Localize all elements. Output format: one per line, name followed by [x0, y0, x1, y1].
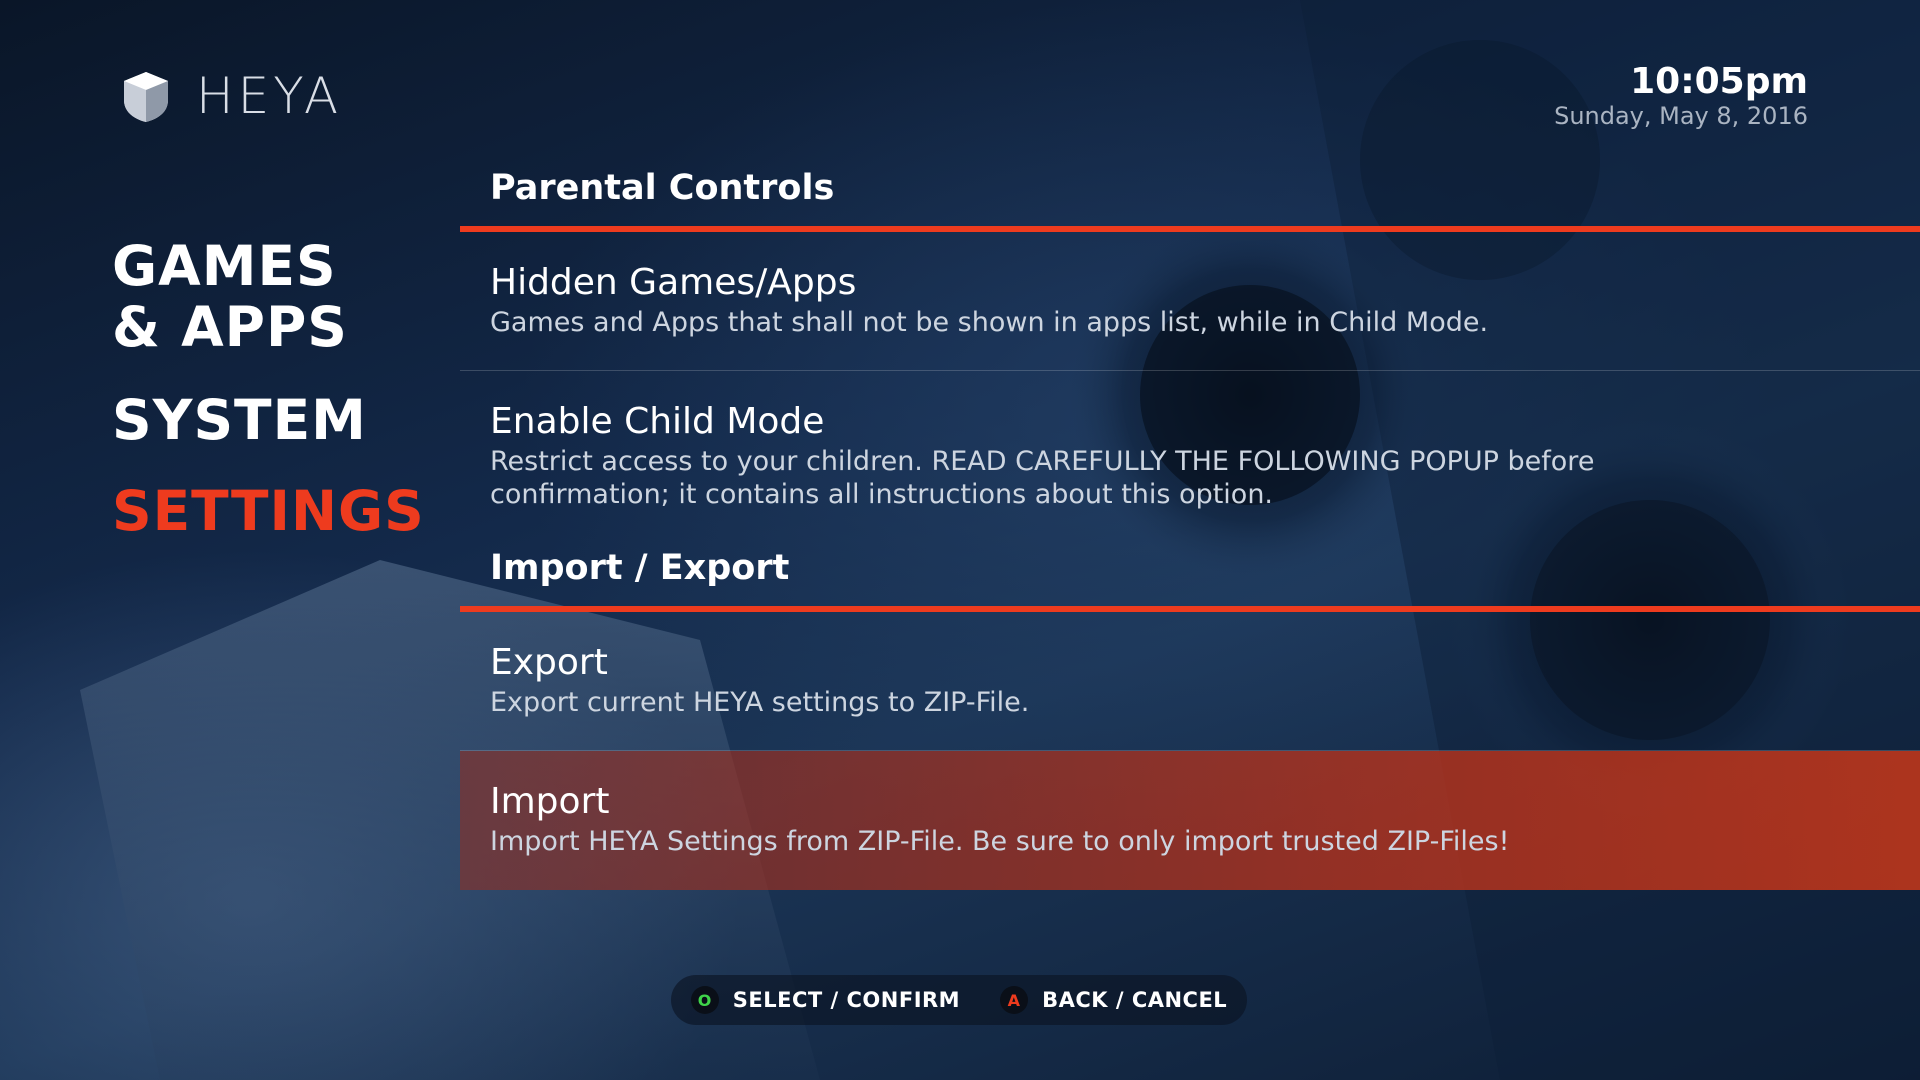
setting-enable-child-mode[interactable]: Enable Child Mode Restrict access to you… — [460, 371, 1920, 544]
setting-title: Enable Child Mode — [490, 401, 825, 442]
section-header-parental-controls: Parental Controls — [460, 160, 1920, 232]
setting-title: Export — [490, 642, 608, 683]
setting-description: Restrict access to your children. READ C… — [490, 446, 1595, 510]
brand-name: HEYA — [196, 67, 343, 125]
nav-item-games-label-line1: GAMES — [112, 234, 337, 298]
setting-export[interactable]: Export Export current HEYA settings to Z… — [460, 612, 1920, 751]
nav-item-games-apps[interactable]: GAMES & APPS — [112, 236, 452, 358]
a-button-icon: A — [1000, 986, 1029, 1014]
o-button-icon: O — [690, 986, 719, 1014]
cube-shield-icon — [124, 72, 168, 122]
setting-description: Import HEYA Settings from ZIP-File. Be s… — [490, 826, 1510, 857]
button-hints-bar: O SELECT / CONFIRM A BACK / CANCEL — [671, 975, 1247, 1025]
hint-select-confirm: O SELECT / CONFIRM — [690, 986, 961, 1014]
section-header-import-export: Import / Export — [460, 544, 1920, 612]
hint-select-label: SELECT / CONFIRM — [732, 988, 961, 1012]
clock-time: 10:05pm — [1630, 61, 1808, 102]
setting-description: Export current HEYA settings to ZIP-File… — [490, 687, 1030, 718]
clock: 10:05pm Sunday, May 8, 2016 — [1554, 62, 1808, 130]
setting-hidden-games-apps[interactable]: Hidden Games/Apps Games and Apps that sh… — [460, 232, 1920, 371]
main-nav: GAMES & APPS SYSTEM SETTINGS — [112, 236, 452, 542]
nav-item-games-label-line2: & APPS — [112, 295, 348, 359]
heya-logo: HEYA — [118, 68, 342, 124]
hint-back-label: BACK / CANCEL — [1042, 988, 1228, 1012]
setting-import[interactable]: Import Import HEYA Settings from ZIP-Fil… — [460, 751, 1920, 890]
clock-date: Sunday, May 8, 2016 — [1554, 101, 1808, 130]
setting-description: Games and Apps that shall not be shown i… — [490, 307, 1489, 338]
settings-panel: Parental Controls Hidden Games/Apps Game… — [460, 160, 1920, 890]
setting-title: Hidden Games/Apps — [490, 262, 857, 303]
settings-screen: HEYA 10:05pm Sunday, May 8, 2016 GAMES &… — [0, 0, 1920, 1080]
hint-back-cancel: A BACK / CANCEL — [1000, 986, 1227, 1014]
setting-title: Import — [490, 781, 610, 822]
nav-item-settings[interactable]: SETTINGS — [112, 481, 452, 542]
nav-item-system[interactable]: SYSTEM — [112, 390, 452, 451]
